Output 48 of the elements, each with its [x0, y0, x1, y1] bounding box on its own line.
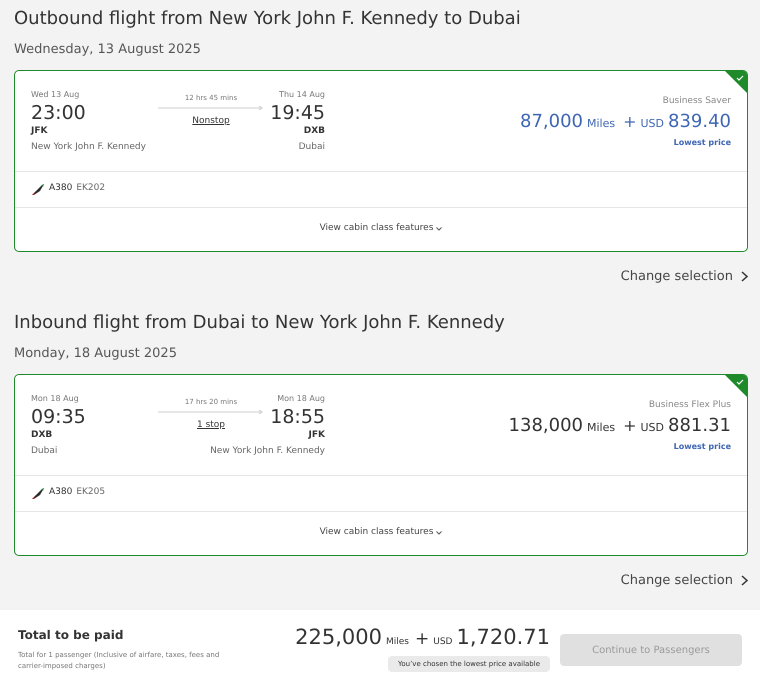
arrival-time: 19:45	[270, 100, 325, 124]
chevron-right-icon	[741, 270, 748, 282]
aircraft-type: A380	[49, 486, 72, 500]
aircraft-type: A380	[49, 182, 72, 196]
departure-time: 09:35	[31, 404, 87, 428]
arrival-code: DXB	[304, 124, 325, 138]
selected-check-icon	[725, 70, 747, 92]
stops-link[interactable]: 1 stop	[196, 419, 226, 432]
arrival-city: New York John F. Kennedy	[210, 445, 325, 458]
cabin-features-button[interactable]: View cabin class features	[320, 526, 442, 540]
cabin-features-button[interactable]: View cabin class features	[320, 222, 442, 236]
fare-name: Business Flex Plus	[648, 398, 731, 412]
arrival-date: Thu 14 Aug	[279, 88, 325, 100]
change-selection-link[interactable]: Change selection	[620, 266, 748, 286]
arrival-code: JFK	[308, 428, 325, 442]
tail-logo-icon	[31, 182, 45, 196]
flight-date: Wednesday, 13 August 2025	[14, 41, 202, 59]
lowest-price-link[interactable]: Lowest price	[674, 441, 731, 453]
departure-date: Mon 18 Aug	[31, 392, 80, 404]
departure-city: Dubai	[31, 445, 58, 458]
flight-number: EK205	[76, 486, 106, 500]
tail-logo-icon	[31, 486, 45, 500]
arrival-time: 18:55	[270, 404, 325, 428]
chevron-right-icon	[741, 574, 748, 586]
lowest-price-link[interactable]: Lowest price	[674, 137, 731, 149]
total-title: Total to be paid	[18, 627, 124, 644]
fare-price: 138,000 Miles + USD 881.31	[508, 414, 731, 438]
departure-code: JFK	[31, 124, 48, 138]
total-price: 225,000 Miles + USD 1,720.71	[295, 624, 550, 651]
fare-name: Business Saver	[662, 94, 731, 108]
route-arrow-icon	[158, 408, 264, 416]
flight-date: Monday, 18 August 2025	[14, 345, 178, 363]
section-heading: Outbound flight from New York John F. Kennedy to Dubai	[14, 7, 522, 31]
section-heading: Inbound flight from Dubai to New York John F. Kennedy	[14, 311, 506, 335]
chevron-down-icon	[436, 227, 442, 231]
departure-city: New York John F. Kennedy	[31, 141, 147, 154]
flight-number: EK202	[76, 182, 106, 196]
fare-price: 87,000 Miles + USD 839.40	[520, 110, 731, 134]
arrival-city: Dubai	[298, 141, 325, 154]
selected-check-icon	[725, 374, 747, 396]
departure-code: DXB	[31, 428, 54, 442]
arrival-date: Mon 18 Aug	[277, 392, 325, 404]
chevron-down-icon	[436, 531, 442, 535]
route-arrow-icon	[158, 104, 264, 112]
departure-date: Wed 13 Aug	[31, 88, 80, 100]
departure-time: 23:00	[31, 100, 87, 124]
change-selection-link[interactable]: Change selection	[620, 570, 748, 590]
stops-link[interactable]: Nonstop	[192, 115, 230, 128]
